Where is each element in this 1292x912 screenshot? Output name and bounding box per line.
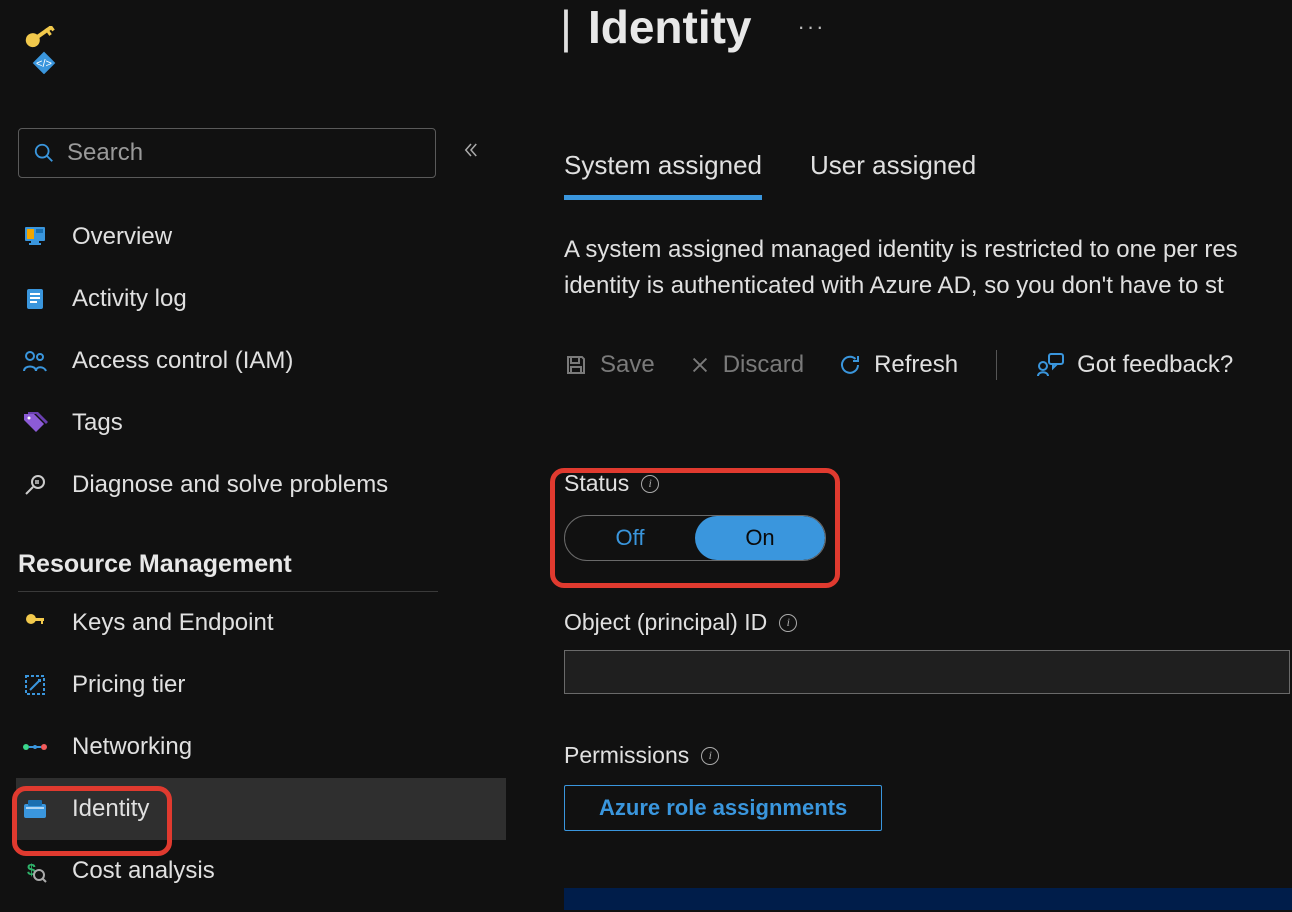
sidebar-item-label: Networking: [72, 733, 192, 761]
sidebar-item-pricing-tier[interactable]: Pricing tier: [18, 654, 508, 716]
object-id-label: Object (principal) ID: [564, 609, 767, 636]
toggle-on[interactable]: On: [695, 516, 825, 560]
sidebar-item-overview[interactable]: Overview: [18, 206, 508, 268]
svg-text:</>: </>: [36, 58, 52, 70]
bottom-banner: [564, 888, 1292, 910]
sidebar-item-activity-log[interactable]: Activity log: [18, 268, 508, 330]
sidebar-item-diagnose[interactable]: Diagnose and solve problems: [18, 454, 508, 516]
sidebar-item-label: Identity: [72, 795, 149, 823]
page-title-bar: | Identity ···: [560, 0, 826, 54]
status-toggle[interactable]: Off On: [564, 515, 826, 561]
resource-key-icon: </>: [22, 26, 64, 79]
permissions-label: Permissions: [564, 742, 689, 769]
tags-icon: [20, 412, 50, 434]
sidebar-item-label: Overview: [72, 223, 172, 251]
sidebar-item-label: Pricing tier: [72, 671, 185, 699]
overview-icon: [20, 224, 50, 250]
discard-button[interactable]: Discard: [689, 351, 804, 379]
sidebar-item-access-control[interactable]: Access control (IAM): [18, 330, 508, 392]
diagnose-icon: [20, 473, 50, 497]
key-icon: [20, 611, 50, 635]
title-separator: |: [560, 0, 572, 54]
feedback-icon: [1035, 352, 1065, 378]
main-content: System assigned User assigned A system a…: [564, 150, 1292, 831]
search-input[interactable]: Search: [18, 128, 436, 178]
sidebar-item-label: Activity log: [72, 285, 187, 313]
toolbar-label: Discard: [723, 351, 804, 379]
toggle-off[interactable]: Off: [565, 516, 695, 560]
toolbar-divider: [996, 350, 997, 380]
object-id-input[interactable]: [564, 650, 1290, 694]
sidebar-item-cost-analysis[interactable]: $ Cost analysis: [18, 840, 508, 902]
save-button[interactable]: Save: [564, 351, 655, 379]
search-icon: [33, 142, 55, 164]
description-text: A system assigned managed identity is re…: [564, 232, 1292, 304]
sidebar-item-identity[interactable]: Identity: [16, 778, 506, 840]
sidebar-item-label: Diagnose and solve problems: [72, 471, 388, 499]
sidebar-item-keys-endpoint[interactable]: Keys and Endpoint: [18, 592, 508, 654]
cost-icon: $: [20, 859, 50, 883]
toolbar-label: Save: [600, 351, 655, 379]
info-icon[interactable]: i: [779, 614, 797, 632]
pricing-icon: [20, 673, 50, 697]
info-icon[interactable]: i: [641, 475, 659, 493]
toolbar: Save Discard Refresh Got feedback?: [564, 350, 1292, 380]
toolbar-label: Refresh: [874, 351, 958, 379]
search-placeholder: Search: [67, 139, 143, 167]
refresh-icon: [838, 353, 862, 377]
info-icon[interactable]: i: [701, 747, 719, 765]
tabs: System assigned User assigned: [564, 150, 1292, 200]
status-label: Status: [564, 470, 629, 497]
collapse-sidebar-icon[interactable]: [462, 141, 480, 165]
sidebar-item-label: Keys and Endpoint: [72, 609, 273, 637]
azure-role-assignments-button[interactable]: Azure role assignments: [564, 785, 882, 831]
activity-log-icon: [20, 287, 50, 311]
save-icon: [564, 353, 588, 377]
sidebar-item-label: Cost analysis: [72, 857, 215, 885]
tab-system-assigned[interactable]: System assigned: [564, 150, 762, 200]
sidebar-item-networking[interactable]: Networking: [18, 716, 508, 778]
identity-icon: [20, 798, 50, 820]
sidebar-item-tags[interactable]: Tags: [18, 392, 508, 454]
discard-icon: [689, 354, 711, 376]
access-control-icon: [20, 349, 50, 373]
sidebar-item-label: Tags: [72, 409, 123, 437]
sidebar: Search Overview Activity log Access cont…: [18, 128, 508, 902]
toolbar-label: Got feedback?: [1077, 351, 1233, 379]
refresh-button[interactable]: Refresh: [838, 351, 958, 379]
feedback-button[interactable]: Got feedback?: [1035, 351, 1233, 379]
networking-icon: [20, 737, 50, 757]
page-title: Identity: [588, 0, 752, 54]
more-icon[interactable]: ···: [798, 14, 826, 40]
sidebar-section-header: Resource Management: [18, 550, 508, 579]
sidebar-item-label: Access control (IAM): [72, 347, 293, 375]
tab-user-assigned[interactable]: User assigned: [810, 150, 976, 200]
